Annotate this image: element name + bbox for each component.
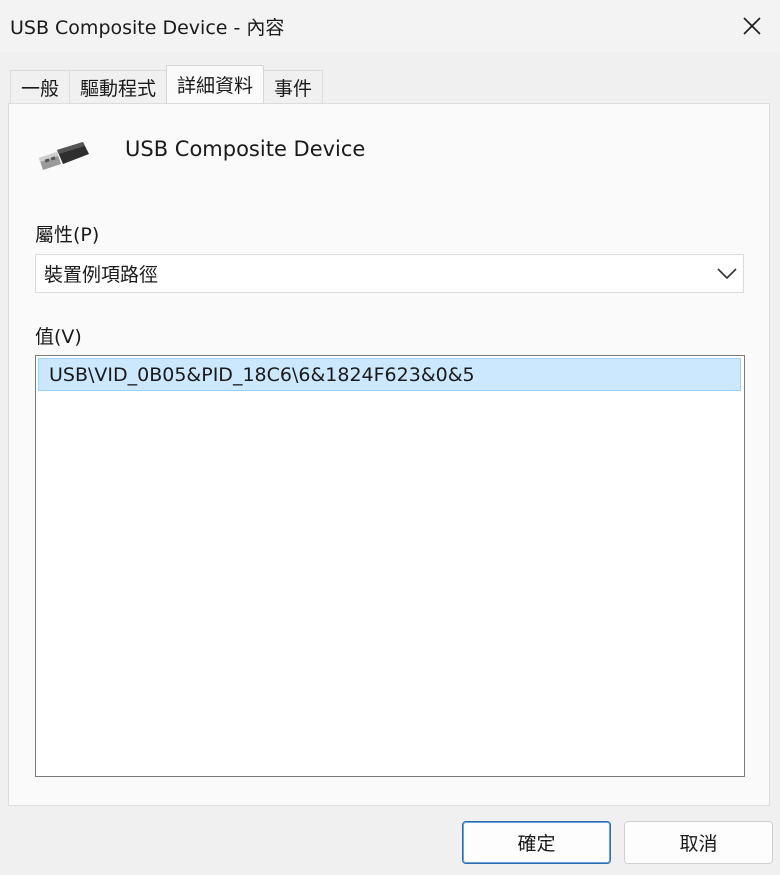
close-button[interactable] [724,0,780,52]
close-icon [743,17,761,35]
property-label: 屬性(P) [35,224,100,246]
tab-driver[interactable]: 驅動程式 [69,70,168,103]
chevron-down-icon [717,268,737,280]
value-list[interactable]: USB\VID_0B05&PID_18C6\6&1824F623&0&5 [35,355,745,777]
tab-details[interactable]: 詳細資料 [166,65,265,103]
list-item[interactable]: USB\VID_0B05&PID_18C6\6&1824F623&0&5 [38,358,741,391]
tab-general[interactable]: 一般 [10,70,71,103]
property-selected-value: 裝置例項路徑 [44,264,159,286]
cancel-button[interactable]: 取消 [624,821,773,864]
property-dropdown[interactable]: 裝置例項路徑 [35,254,744,293]
value-label: 值(V) [35,326,82,348]
usb-connector-icon [37,140,93,176]
device-name: USB Composite Device [125,137,366,161]
ok-button[interactable]: 確定 [462,821,611,864]
tab-strip: 一般 驅動程式 詳細資料 事件 [10,65,324,104]
details-panel: USB Composite Device 屬性(P) 裝置例項路徑 值(V) U… [8,103,770,806]
tab-events[interactable]: 事件 [263,70,324,103]
window-title: USB Composite Device - 內容 [10,17,285,39]
title-bar: USB Composite Device - 內容 [0,0,780,52]
